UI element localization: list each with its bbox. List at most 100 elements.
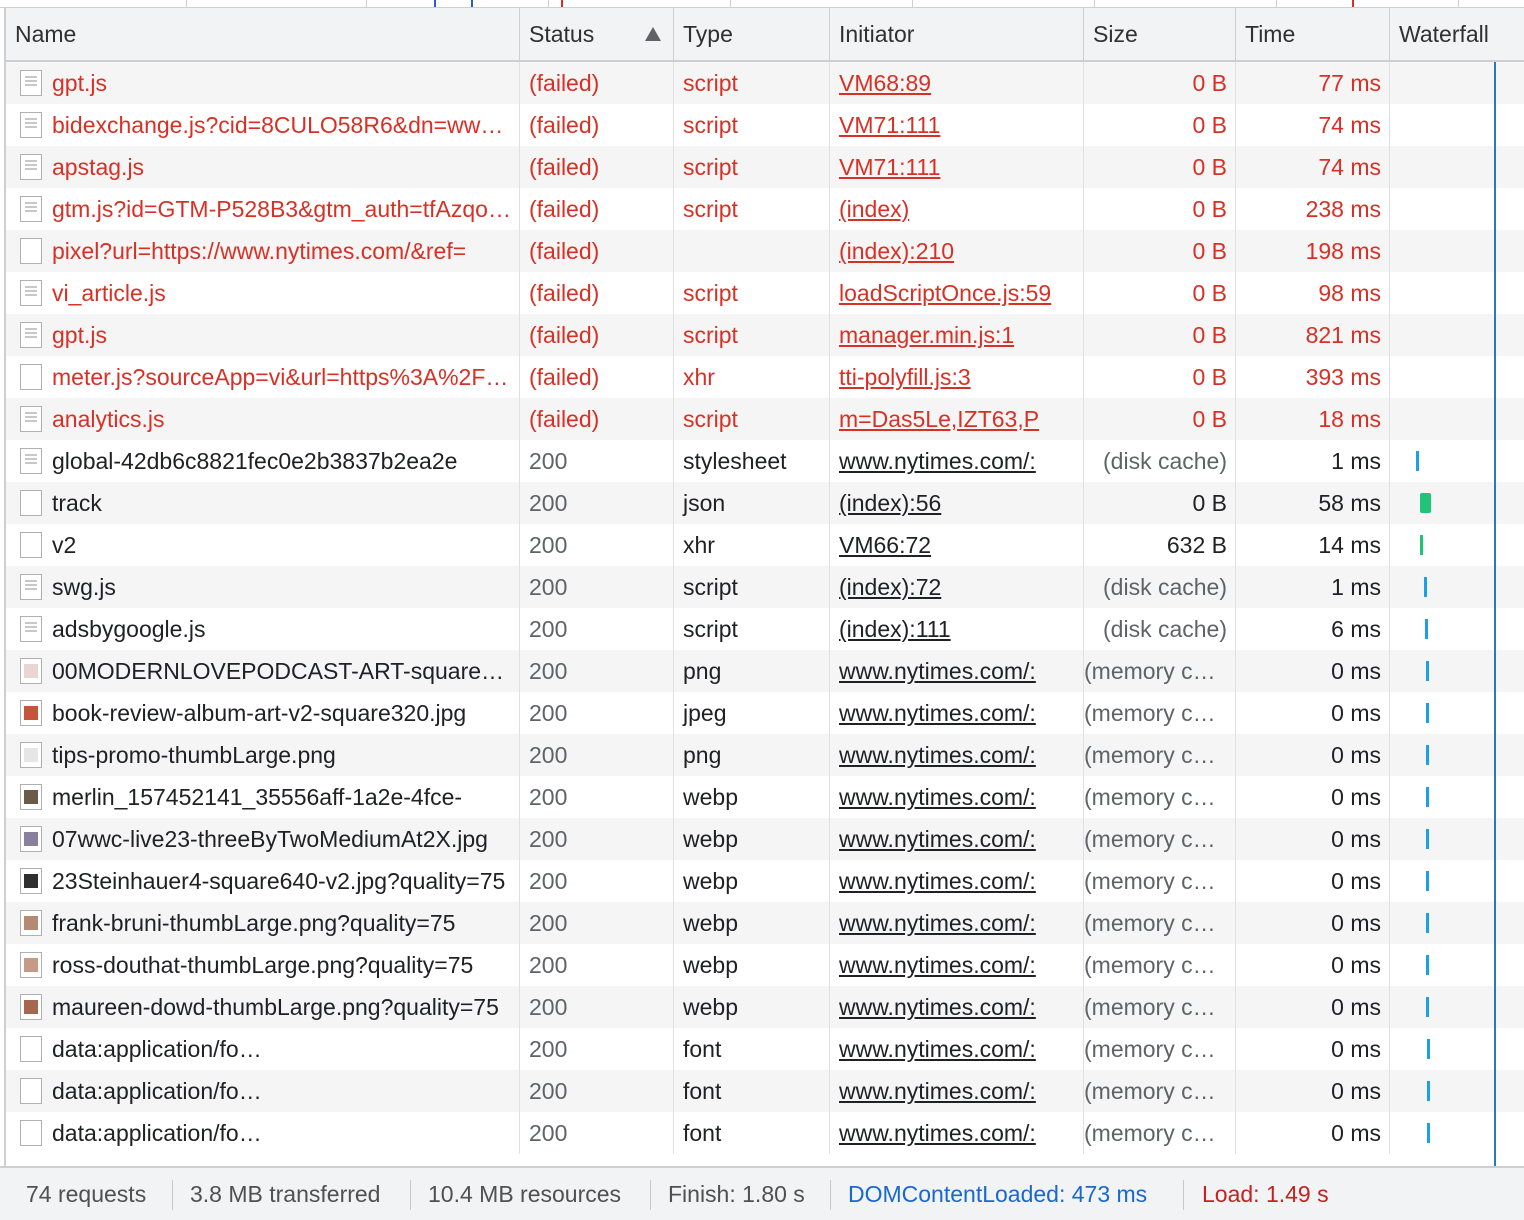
table-row[interactable]: gtm.js?id=GTM-P528B3&gtm_auth=tfAzqo1rYD… [6, 188, 1524, 230]
request-name: pixel?url=https://www.nytimes.com/&ref= [6, 230, 520, 272]
table-row[interactable]: data:application/fo… 200 font www.nytimes.c… [6, 1112, 1524, 1154]
request-type: xhr [674, 356, 830, 398]
request-type: webp [674, 860, 830, 902]
request-initiator[interactable]: VM71:111 [830, 104, 1084, 146]
table-row[interactable]: global-42db6c8821fec0e2b3837b2ea2e 200 sty… [6, 440, 1524, 482]
request-initiator[interactable]: www.nytimes.com/: [830, 860, 1084, 902]
column-header-label: Status [529, 21, 595, 47]
waterfall-bar [1426, 703, 1429, 723]
column-header-size[interactable]: Size [1084, 8, 1236, 60]
request-status: (failed) [520, 272, 674, 314]
table-row[interactable]: data:application/fo… 200 font www.nytimes.c… [6, 1028, 1524, 1070]
request-initiator[interactable]: www.nytimes.com/: [830, 692, 1084, 734]
thumbnail-preview [24, 958, 38, 972]
request-time: 58 ms [1236, 482, 1390, 524]
table-row[interactable]: 23Steinhauer4-square640-v2.jpg?quality=7… [6, 860, 1524, 902]
column-header-label: Type [683, 21, 733, 47]
table-row[interactable]: merlin_157452141_35556aff-1a2e-4fce- 200 w… [6, 776, 1524, 818]
waterfall-cell [1390, 860, 1524, 902]
request-type: webp [674, 776, 830, 818]
request-initiator[interactable]: (index):56 [830, 482, 1084, 524]
request-initiator[interactable]: tti-polyfill.js:3 [830, 356, 1084, 398]
table-row[interactable]: swg.js 200 script (index):72 (disk cache) 1 m… [6, 566, 1524, 608]
request-name: bidexchange.js?cid=8CULO58R6&dn=www.nyti… [6, 104, 520, 146]
request-size: (memory cache) [1084, 902, 1236, 944]
table-row[interactable]: pixel?url=https://www.nytimes.com/&ref= (… [6, 230, 1524, 272]
request-type: script [674, 146, 830, 188]
script-file-icon [20, 574, 42, 600]
table-row[interactable]: tips-promo-thumbLarge.png 200 png www.nytim… [6, 734, 1524, 776]
table-row[interactable]: maureen-dowd-thumbLarge.png?quality=75 20… [6, 986, 1524, 1028]
request-initiator[interactable]: www.nytimes.com/: [830, 734, 1084, 776]
request-initiator[interactable]: (index) [830, 188, 1084, 230]
request-type: script [674, 104, 830, 146]
overview-finish-marker [1352, 0, 1354, 7]
table-row[interactable]: vi_article.js (failed) script loadScriptOnc… [6, 272, 1524, 314]
request-initiator[interactable]: www.nytimes.com/: [830, 1070, 1084, 1112]
script-file-icon [20, 616, 42, 642]
request-initiator[interactable]: www.nytimes.com/: [830, 776, 1084, 818]
overview-dcl-marker [434, 0, 436, 7]
column-header-status[interactable]: Status [520, 8, 674, 60]
waterfall-cell [1390, 440, 1524, 482]
table-row[interactable]: 00MODERNLOVEPODCAST-ART-square320 200 png w… [6, 650, 1524, 692]
table-row[interactable]: bidexchange.js?cid=8CULO58R6&dn=www.nyti… [6, 104, 1524, 146]
table-row[interactable]: gpt.js (failed) script VM68:89 0 B 77 ms [6, 62, 1524, 104]
request-name: adsbygoogle.js [6, 608, 520, 650]
request-initiator[interactable]: loadScriptOnce.js:59 [830, 272, 1084, 314]
request-size: (memory cache) [1084, 986, 1236, 1028]
request-initiator[interactable]: www.nytimes.com/: [830, 986, 1084, 1028]
table-row[interactable]: apstag.js (failed) script VM71:111 0 B 74 ms [6, 146, 1524, 188]
blank-file-icon [20, 364, 42, 390]
overview-timeline[interactable] [0, 0, 1524, 8]
request-type: script [674, 398, 830, 440]
column-header-type[interactable]: Type [674, 8, 830, 60]
request-status: 200 [520, 944, 674, 986]
request-initiator[interactable]: www.nytimes.com/: [830, 1028, 1084, 1070]
waterfall-bar [1427, 1081, 1430, 1101]
request-initiator[interactable]: VM66:72 [830, 524, 1084, 566]
request-status: 200 [520, 1070, 674, 1112]
table-row[interactable]: track 200 json (index):56 0 B 58 ms [6, 482, 1524, 524]
table-row[interactable]: adsbygoogle.js 200 script (index):111 (disk … [6, 608, 1524, 650]
request-status: 200 [520, 692, 674, 734]
table-header: Name Status Type Initiator Size Time Wat… [6, 8, 1524, 62]
script-file-icon [20, 280, 42, 306]
request-initiator[interactable]: www.nytimes.com/: [830, 440, 1084, 482]
request-initiator[interactable]: www.nytimes.com/: [830, 818, 1084, 860]
table-row[interactable]: book-review-album-art-v2-square320.jpg 20… [6, 692, 1524, 734]
request-initiator[interactable]: www.nytimes.com/: [830, 650, 1084, 692]
request-initiator[interactable]: VM71:111 [830, 146, 1084, 188]
request-initiator[interactable]: (index):111 [830, 608, 1084, 650]
table-row[interactable]: v2 200 xhr VM66:72 632 B 14 ms [6, 524, 1524, 566]
column-header-waterfall[interactable]: Waterfall [1390, 8, 1524, 60]
table-row[interactable]: analytics.js (failed) script m=Das5Le,IZT63… [6, 398, 1524, 440]
table-row[interactable]: gpt.js (failed) script manager.min.js:1 0 B8… [6, 314, 1524, 356]
request-initiator[interactable]: m=Das5Le,IZT63,P [830, 398, 1084, 440]
column-header-time[interactable]: Time [1236, 8, 1390, 60]
waterfall-bar [1426, 787, 1429, 807]
waterfall-bar [1426, 661, 1429, 681]
column-header-name[interactable]: Name [6, 8, 520, 60]
table-row[interactable]: meter.js?sourceApp=vi&url=https%3A%2F%2F… [6, 356, 1524, 398]
request-initiator[interactable]: www.nytimes.com/: [830, 944, 1084, 986]
table-row[interactable]: ross-douthat-thumbLarge.png?quality=75 20… [6, 944, 1524, 986]
table-row[interactable]: 07wwc-live23-threeByTwoMediumAt2X.jpg 200… [6, 818, 1524, 860]
request-initiator[interactable]: (index):210 [830, 230, 1084, 272]
waterfall-bar [1420, 493, 1431, 513]
thumbnail-preview [24, 706, 38, 720]
request-time: 14 ms [1236, 524, 1390, 566]
column-header-initiator[interactable]: Initiator [830, 8, 1084, 60]
script-file-icon [20, 406, 42, 432]
request-initiator[interactable]: www.nytimes.com/: [830, 1112, 1084, 1154]
request-name: gpt.js [6, 62, 520, 104]
table-row[interactable]: frank-bruni-thumbLarge.png?quality=75 200… [6, 902, 1524, 944]
request-initiator[interactable]: www.nytimes.com/: [830, 902, 1084, 944]
request-initiator[interactable]: VM68:89 [830, 62, 1084, 104]
transferred-size: 3.8 MB transferred [190, 1181, 381, 1207]
waterfall-bar [1426, 829, 1429, 849]
column-header-label: Initiator [839, 21, 915, 47]
request-initiator[interactable]: manager.min.js:1 [830, 314, 1084, 356]
request-initiator[interactable]: (index):72 [830, 566, 1084, 608]
table-row[interactable]: data:application/fo… 200 font www.nytimes.c… [6, 1070, 1524, 1112]
